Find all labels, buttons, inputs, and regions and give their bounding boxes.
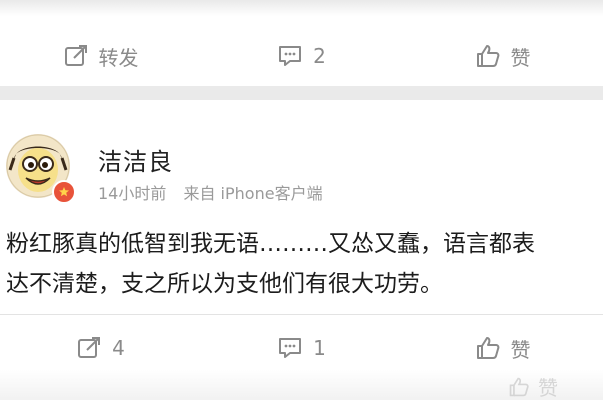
like-label: 赞 [510, 337, 531, 362]
like-icon [476, 45, 499, 67]
like-icon [476, 337, 499, 359]
post-fade [0, 0, 603, 16]
repost-icon [64, 45, 87, 66]
comment-button[interactable]: 1 [201, 335, 402, 361]
ghost-like-label: 赞 [538, 376, 558, 400]
comment-button[interactable]: 2 [201, 43, 402, 69]
weibo-feed: 转发 2 赞 洁洁良 14小时前 来自 iPhone客户端 粉红豚真的低智到我无… [0, 0, 603, 400]
ghost-like-icon [509, 377, 529, 396]
post-time: 14小时前 [98, 184, 167, 203]
like-button[interactable]: 赞 [402, 42, 603, 71]
comment-icon [279, 338, 302, 358]
repost-button[interactable]: 4 [0, 335, 201, 361]
post-content: 粉红豚真的低智到我无语………又怂又蠢，语言都表 达不清楚，支之所以为支他们有很大… [6, 231, 535, 297]
vip-badge-icon [52, 180, 76, 204]
post-divider [0, 314, 603, 315]
repost-button[interactable]: 转发 [0, 42, 201, 71]
comment-count: 2 [313, 44, 326, 68]
previous-post-action-bar: 转发 2 赞 [0, 30, 603, 82]
comment-icon [279, 46, 302, 66]
comment-count: 1 [313, 336, 326, 360]
post-meta: 14小时前 来自 iPhone客户端 [98, 180, 335, 204]
like-button[interactable]: 赞 [402, 334, 603, 363]
like-label: 赞 [510, 45, 531, 70]
repost-label: 转发 [98, 45, 139, 70]
feed-separator [0, 86, 603, 100]
repost-icon [78, 337, 101, 358]
post-source[interactable]: 来自 iPhone客户端 [183, 184, 322, 203]
post-card: 洁洁良 14小时前 来自 iPhone客户端 粉红豚真的低智到我无语………又怂又… [0, 100, 603, 400]
repost-count: 4 [112, 336, 125, 360]
ghost-like-overlay: 赞 [508, 372, 558, 400]
username[interactable]: 洁洁良 [98, 142, 173, 177]
previous-post: 转发 2 赞 [0, 0, 603, 86]
post-action-bar: 4 1 赞 [0, 322, 603, 374]
